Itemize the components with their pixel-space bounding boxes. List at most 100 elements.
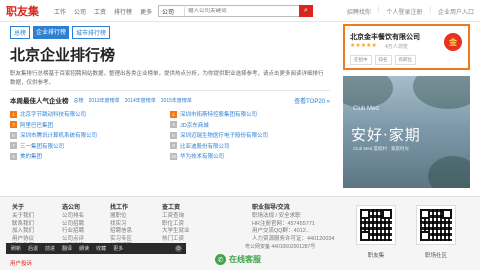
search-type-select[interactable]: 公司 xyxy=(159,6,185,16)
footer-link[interactable]: 公司点评 xyxy=(62,236,84,244)
footer-col-guidance: 职业指导/交流职场法规 / 安全求职 HR注册官网：457455771 用户交流QQ… xyxy=(252,202,335,243)
list-item[interactable]: 2 深圳市拓斯特控股集团有限公司 xyxy=(170,110,330,118)
tab-all[interactable]: 总榜 xyxy=(74,97,84,104)
nav-more[interactable]: 更多 xyxy=(140,7,152,16)
list-item[interactable]: 7 三一集团有限公司 xyxy=(10,142,170,150)
company-link[interactable]: 北京字节跳动科技有限公司 xyxy=(20,110,86,118)
footer-heading: 职业指导/交流 xyxy=(252,205,290,211)
tab-2014[interactable]: 2014年度榜单 xyxy=(125,97,156,104)
advertisement-banner[interactable]: Club Med 安好·家期 Club Med 度假村 · 家庭时光 xyxy=(343,76,470,188)
leaf-shape xyxy=(428,156,470,188)
chat-icon: ✆ xyxy=(215,254,226,265)
company-link[interactable]: 深圳市拓斯特控股集团有限公司 xyxy=(180,110,257,118)
toolbar-button[interactable]: 翻译 xyxy=(62,245,72,252)
footer-link[interactable]: 搜职位 xyxy=(110,213,132,221)
online-service-label[interactable]: 在线客服 xyxy=(229,254,261,265)
tab-company-ranking[interactable]: 企业排行榜 xyxy=(33,26,70,39)
rank-badge: 7 xyxy=(10,142,17,149)
user-login-link[interactable]: 个人登录注册 xyxy=(386,7,422,16)
report-link[interactable]: 用户投诉 xyxy=(10,259,32,267)
recruit-link[interactable]: 招聘找你 xyxy=(347,7,371,16)
nav-salaries[interactable]: 工资 xyxy=(94,7,106,16)
company-link[interactable]: 三一集团有限公司 xyxy=(20,142,64,150)
company-name[interactable]: 北京金丰餐饮有限公司 xyxy=(350,32,420,42)
nav-companies[interactable]: 公司 xyxy=(74,7,86,16)
top-nav-bar: 职友集 工作 公司 工资 排行榜 更多 公司 ⌕ 招聘找你 | 个人登录注册 |… xyxy=(0,0,480,22)
page-title: 北京企业排行榜 xyxy=(10,46,116,64)
page-description: 职友集排行总榜基于百家招聘网站数据，整理出各类企业榜单，提供热点分析，为你提供职… xyxy=(10,71,324,86)
list-item[interactable]: 3 阿里巴巴集团 xyxy=(10,121,170,129)
company-card[interactable]: 北京金丰餐饮有限公司 ★★★★★ 4万人浏览 在招中 知名 有职位 金 xyxy=(343,24,470,70)
search-box: 公司 ⌕ xyxy=(158,4,313,17)
online-service[interactable]: ✆ 在线客服 xyxy=(215,254,261,265)
footer-link[interactable]: 工资查询 xyxy=(162,213,190,221)
footer-link[interactable]: 行业招聘 xyxy=(62,228,84,236)
site-logo[interactable]: 职友集 xyxy=(6,3,39,19)
footer-link[interactable]: 职位工资 xyxy=(162,221,190,229)
footer-heading: 选公司 xyxy=(62,205,81,211)
footer-link[interactable]: 热门工资 xyxy=(162,236,190,244)
toolbar-button[interactable]: 朗读 xyxy=(79,245,89,252)
power-icon[interactable]: ⏻ xyxy=(175,245,182,252)
main-nav: 工作 公司 工资 排行榜 更多 xyxy=(54,7,152,16)
footer-link[interactable]: HR注册官网：457455771 xyxy=(252,221,335,229)
leaf-shape xyxy=(413,76,470,109)
toolbar-button[interactable]: 前进 xyxy=(45,245,55,252)
list-item[interactable]: 9 美的集团 xyxy=(10,152,170,160)
employer-login-link[interactable]: 企业用户入口 xyxy=(438,7,474,16)
footer-link[interactable]: 职场法规 / 安全求职 xyxy=(252,213,335,221)
company-link[interactable]: JD京东商城 xyxy=(180,121,209,129)
search-input[interactable] xyxy=(185,8,299,14)
company-link[interactable]: 比亚迪股份有限公司 xyxy=(180,142,230,150)
company-tags: 在招中 知名 有职位 xyxy=(350,55,416,65)
company-link[interactable]: 阿里巴巴集团 xyxy=(20,121,53,129)
popular-list: 1 北京字节跳动科技有限公司 2 深圳市拓斯特控股集团有限公司 3 阿里巴巴集团 4 JD京东… xyxy=(10,110,330,160)
list-item[interactable]: 8 比亚迪股份有限公司 xyxy=(170,142,330,150)
nav-jobs[interactable]: 工作 xyxy=(54,7,66,16)
tab-2013[interactable]: 2013年度榜单 xyxy=(89,97,120,104)
company-link[interactable]: 华为技术有限公司 xyxy=(180,152,224,160)
footer-link[interactable]: 加入我们 xyxy=(12,228,34,236)
rank-badge: 6 xyxy=(170,131,177,139)
leaf-shape xyxy=(343,76,393,108)
list-item[interactable]: 1 北京字节跳动科技有限公司 xyxy=(10,110,170,118)
ad-subtitle: Club Med 度假村 · 家庭时光 xyxy=(353,146,410,151)
rank-badge: 3 xyxy=(10,121,17,128)
footer-link[interactable]: 找实习 xyxy=(110,221,132,229)
ad-slogan: 安好·家期 xyxy=(351,126,421,144)
tab-overall[interactable]: 总榜 xyxy=(10,26,31,39)
footer-link[interactable]: 实习专区 xyxy=(110,236,132,244)
list-item[interactable]: 10 华为技术有限公司 xyxy=(170,152,330,160)
footer-link[interactable]: 大学生就业 xyxy=(162,228,190,236)
footer-link[interactable]: 用户协议 xyxy=(12,236,34,244)
toolbar-button[interactable]: 收藏 xyxy=(96,245,106,252)
tab-2015[interactable]: 2015年度榜单 xyxy=(161,97,192,104)
rank-badge: 9 xyxy=(10,152,17,160)
toolbar-button[interactable]: 后退 xyxy=(28,245,38,252)
list-item[interactable]: 4 JD京东商城 xyxy=(170,121,330,129)
company-link[interactable]: 美的集团 xyxy=(20,152,42,160)
footer-link[interactable]: 招聘信息 xyxy=(110,228,132,236)
view-top20-link[interactable]: 查看TOP20 » xyxy=(294,96,330,105)
footer-link[interactable]: 人力资源服务许可证：440120034 xyxy=(252,236,335,244)
tab-city-ranking[interactable]: 城市排行榜 xyxy=(72,26,111,39)
tag: 在招中 xyxy=(350,55,372,65)
company-link[interactable]: 深圳市腾讯计算机系统有限公司 xyxy=(20,131,97,139)
footer-link[interactable]: 联系我们 xyxy=(12,221,34,229)
qr-caption: 职场社区 xyxy=(424,253,447,259)
rank-badge: 8 xyxy=(170,142,177,149)
divider: | xyxy=(377,7,380,13)
footer-link[interactable]: 公司排名 xyxy=(62,213,84,221)
footer-heading: 找工作 xyxy=(110,205,129,211)
footer-link[interactable]: 公司招聘 xyxy=(62,221,84,229)
list-item[interactable]: 5 深圳市腾讯计算机系统有限公司 xyxy=(10,131,170,139)
toolbar-button[interactable]: 刷新 xyxy=(11,245,21,252)
popular-companies: 本周最佳人气企业榜 总榜 2013年度榜单 2014年度榜单 2015年度榜单 … xyxy=(10,90,330,178)
footer-link[interactable]: 用户交流QQ群：4012.. xyxy=(252,228,335,236)
footer-link[interactable]: 关于我们 xyxy=(12,213,34,221)
nav-rankings[interactable]: 排行榜 xyxy=(114,7,132,16)
list-item[interactable]: 6 深圳迈瑞生物医疗电子股份有限公司 xyxy=(170,131,330,139)
search-button[interactable]: ⌕ xyxy=(299,4,313,17)
toolbar-button[interactable]: 更多 xyxy=(113,245,123,252)
company-link[interactable]: 深圳迈瑞生物医疗电子股份有限公司 xyxy=(180,131,268,139)
